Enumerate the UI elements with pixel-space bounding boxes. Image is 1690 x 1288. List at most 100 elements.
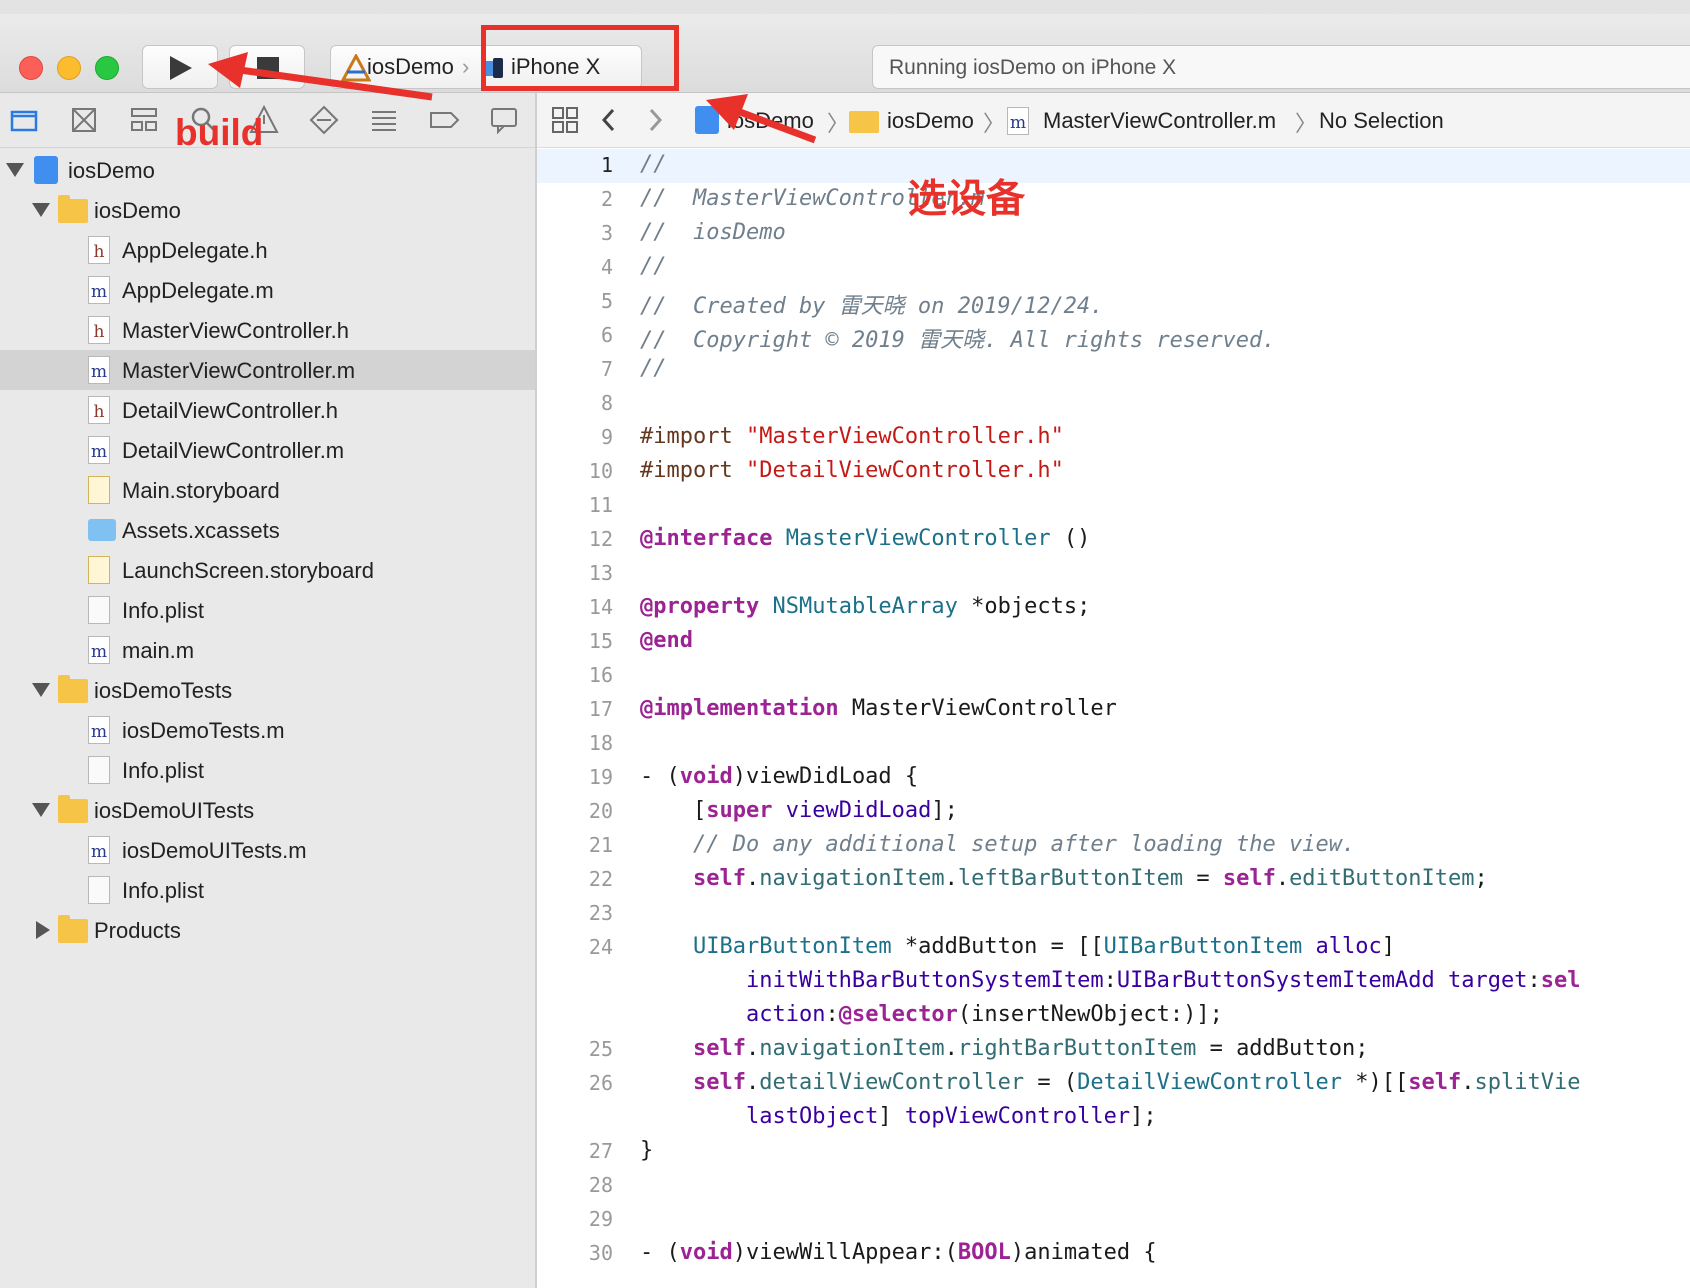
tree-row[interactable]: h MasterViewController.h [0,310,535,350]
tree-row[interactable]: m iosDemoUITests.m [0,830,535,870]
disclosure-closed-icon[interactable] [36,921,50,939]
tree-row[interactable]: Info.plist [0,750,535,790]
tree-row[interactable]: Main.storyboard [0,470,535,510]
tree-row[interactable]: iosDemo [0,190,535,230]
disclosure-open-icon[interactable] [32,803,50,817]
code-line[interactable]: 24 UIBarButtonItem *addButton = [[UIBarB… [537,931,1690,965]
code-line[interactable]: 18 [537,727,1690,761]
code-line[interactable]: 22 self.navigationItem.leftBarButtonItem… [537,863,1690,897]
back-chevron-icon[interactable] [599,106,619,134]
plist-icon [88,756,110,784]
code-line[interactable]: 13 [537,557,1690,591]
code-token: MasterViewController [785,526,1051,551]
code-line[interactable]: 10 #import "DetailViewController.h" [537,455,1690,489]
code-token: ] [1381,934,1396,959]
tree-row[interactable]: iosDemoUITests [0,790,535,830]
tree-row[interactable]: Assets.xcassets [0,510,535,550]
related-items-icon[interactable] [551,106,579,134]
code-line[interactable]: 25 self.navigationItem.rightBarButtonIte… [537,1033,1690,1067]
code-line[interactable]: 11 [537,489,1690,523]
select-device-annotation-label: 选设备 [908,178,1026,221]
code-line[interactable]: 27} [537,1135,1690,1169]
code-line[interactable]: 29 [537,1203,1690,1237]
tree-row[interactable]: m DetailViewController.m [0,430,535,470]
jumpbar-file[interactable]: MasterViewController.m [1043,108,1276,134]
code-token: . [1275,866,1290,891]
code-line[interactable]: 23 [537,897,1690,931]
tree-row[interactable]: h DetailViewController.h [0,390,535,430]
disclosure-open-icon[interactable] [32,683,50,697]
code-line[interactable]: 5 // Created by 雷天晓 on 2019/12/24. [537,285,1690,319]
navigator-tab-source-control-icon[interactable] [68,103,100,137]
code-line[interactable]: 1 // [537,149,1690,183]
code-line[interactable]: 14 @property NSMutableArray *objects; [537,591,1690,625]
code-line[interactable]: 7 // [537,353,1690,387]
tree-row[interactable]: LaunchScreen.storyboard [0,550,535,590]
tree-row[interactable]: m AppDelegate.m [0,270,535,310]
code-line[interactable]: 26 self.detailViewController = (DetailVi… [537,1067,1690,1101]
navigator-tab-debug-icon[interactable] [368,103,400,137]
stop-button[interactable] [229,45,305,89]
code-token: . [944,866,958,891]
code-line[interactable]: 16 [537,659,1690,693]
code-line[interactable]: lastObject] topViewController]; [537,1101,1690,1135]
tree-row[interactable]: Info.plist [0,870,535,910]
code-line[interactable]: 30 - (void)viewWillAppear:(BOOL)animated … [537,1237,1690,1271]
line-number: 26 [588,1071,613,1095]
code-line[interactable]: 2// MasterViewController.m [537,183,1690,217]
tree-row[interactable]: m iosDemoTests.m [0,710,535,750]
code-token: ] [878,1104,905,1129]
m-file-icon: m [88,276,110,304]
tree-row-label: iosDemoUITests [94,798,255,823]
tree-row[interactable]: iosDemo [0,150,535,190]
code-line[interactable]: 9 #import "MasterViewController.h" [537,421,1690,455]
tree-row[interactable]: iosDemoTests [0,670,535,710]
code-line[interactable]: 28 [537,1169,1690,1203]
tree-row[interactable]: Info.plist [0,590,535,630]
close-window-button[interactable] [19,56,43,80]
run-button[interactable] [142,45,218,89]
code-token: - ( [640,1240,680,1265]
tree-row[interactable]: m main.m [0,630,535,670]
navigator-tab-folder-icon[interactable] [8,103,40,137]
code-line[interactable]: 6 // Copyright © 2019 雷天晓. All rights res… [537,319,1690,353]
zoom-window-button[interactable] [95,56,119,80]
code-text: // Do any additional setup after loading… [640,832,1355,857]
code-line[interactable]: 19 - (void)viewDidLoad { [537,761,1690,795]
disclosure-open-icon[interactable] [6,163,24,177]
code-token: )viewDidLoad { [732,764,919,789]
code-area[interactable]: 1 // 2// MasterViewController.m 3 // iosDemo… [537,147,1690,1288]
jumpbar-symbol[interactable]: No Selection [1319,108,1444,134]
tree-row[interactable]: h AppDelegate.h [0,230,535,270]
tree-row[interactable]: m MasterViewController.m [0,350,535,390]
code-line[interactable]: 21 // Do any additional setup after load… [537,829,1690,863]
forward-chevron-icon[interactable] [645,106,665,134]
code-token: . [745,1036,760,1061]
code-line[interactable]: initWithBarButtonSystemItem:UIBarButtonS… [537,965,1690,999]
navigator-tab-hierarchy-icon[interactable] [128,103,160,137]
navigator-tab-test-icon[interactable] [308,103,340,137]
code-line[interactable]: 20 [super viewDidLoad]; [537,795,1690,829]
disclosure-open-icon[interactable] [32,203,50,217]
minimize-window-button[interactable] [57,56,81,80]
code-text: // [640,254,667,279]
code-line[interactable]: action:@selector(insertNewObject:)]; [537,999,1690,1033]
code-line[interactable]: 17 @implementation MasterViewController [537,693,1690,727]
code-token: () [1050,526,1091,551]
code-line[interactable]: 8 [537,387,1690,421]
line-number: 18 [588,731,613,755]
code-line[interactable]: 3 // iosDemo [537,217,1690,251]
navigator-tab-report-icon[interactable] [488,103,520,137]
code-line[interactable]: 4 // [537,251,1690,285]
code-line[interactable]: 15 @end [537,625,1690,659]
jumpbar-folder[interactable]: iosDemo [887,108,974,134]
device-highlight-box [481,25,679,91]
code-token: void [679,764,733,789]
code-line[interactable]: 12 @interface MasterViewController () [537,523,1690,557]
tree-row[interactable]: Products [0,910,535,950]
jumpbar-project[interactable]: iosDemo [727,108,814,134]
navigator-tab-breakpoint-icon[interactable] [428,103,460,137]
code-text: self.navigationItem.rightBarButtonItem =… [640,1036,1369,1061]
